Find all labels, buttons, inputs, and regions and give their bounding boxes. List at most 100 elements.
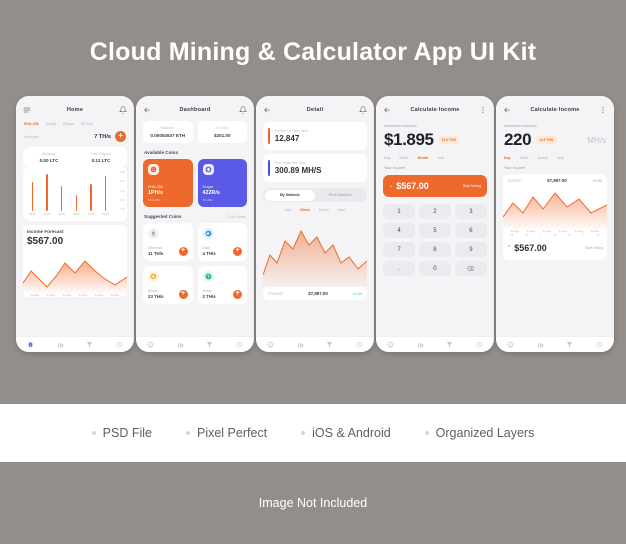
- bell-icon[interactable]: [119, 106, 127, 114]
- nav-home-icon[interactable]: [27, 341, 34, 348]
- weekday-6[interactable]: St: [591, 234, 605, 237]
- nav-home-icon[interactable]: [267, 341, 275, 348]
- nav-clock-icon[interactable]: [596, 341, 603, 348]
- toggle-pool-statistic[interactable]: Pool Statistic: [315, 190, 366, 201]
- calc2-pair-change: +12.35: [592, 178, 602, 183]
- detail-period-day[interactable]: Day: [285, 208, 291, 212]
- nav-clock-icon[interactable]: [476, 341, 483, 348]
- stat-label-1: Pool Hashrate Now: [274, 161, 306, 165]
- forecast-date-1: 11 Aug: [46, 294, 56, 297]
- nav-chart-icon[interactable]: [417, 341, 424, 348]
- calc2-period-year[interactable]: Year: [557, 156, 564, 160]
- start-mining-button[interactable]: Start Mining: [463, 184, 481, 188]
- suggested-coin-bitcoin[interactable]: Bitcoin 23 TH/s +: [143, 266, 193, 304]
- weekday-5[interactable]: F: [576, 234, 590, 237]
- weekday-4[interactable]: Th: [562, 234, 576, 237]
- nav-chart-icon[interactable]: [537, 341, 544, 348]
- available-coin-sha256[interactable]: SHA-256 1PH/s 521 USD: [143, 159, 193, 207]
- nav-funnel-icon[interactable]: [206, 341, 213, 348]
- sha-name: SHA-256: [148, 185, 163, 189]
- detail-pair-name: ETH/USDT: [268, 291, 284, 296]
- nav-clock-icon[interactable]: [116, 341, 123, 348]
- chevron-down-icon[interactable]: ⌄: [389, 183, 393, 189]
- weekday-3[interactable]: W: [548, 234, 562, 237]
- investment2-amount[interactable]: 220: [504, 130, 532, 150]
- bell-icon[interactable]: [359, 106, 367, 114]
- calc2-period-week[interactable]: Week: [520, 156, 529, 160]
- algorithm-tab-3[interactable]: BTCAS: [81, 122, 93, 126]
- detail-period-week[interactable]: Week: [300, 208, 309, 212]
- calc2-start-mining-button[interactable]: Start Mining: [585, 246, 603, 250]
- back-arrow-icon[interactable]: [143, 106, 151, 114]
- suggested-coin-tether[interactable]: Tether 2 TH/s +: [197, 266, 247, 304]
- stat-text-0: Income Of Past Year 12,847: [275, 129, 308, 143]
- calc-period-week[interactable]: Week: [399, 156, 408, 160]
- ethereum-add-button[interactable]: +: [178, 247, 188, 256]
- key-8[interactable]: 8: [418, 242, 451, 257]
- chevron-up-icon[interactable]: ⌃: [507, 245, 511, 251]
- calc-period-month[interactable]: Month: [418, 156, 429, 160]
- ethereum-text: Ethereum 11 TH/s: [148, 246, 163, 256]
- key-1[interactable]: 1: [383, 204, 415, 219]
- suggested-coin-ethereum[interactable]: Ethereum 11 TH/s +: [143, 223, 193, 261]
- detail-period-year[interactable]: Year: [338, 208, 345, 212]
- calc2-period-day[interactable]: Day: [504, 156, 511, 160]
- statistic-toggle: My Statistic Pool Statistic: [263, 188, 367, 202]
- back-arrow-icon[interactable]: [503, 106, 511, 114]
- key-decimal[interactable]: .: [383, 261, 415, 276]
- back-arrow-icon[interactable]: [263, 106, 271, 114]
- dash-add-button[interactable]: +: [233, 247, 242, 256]
- stat-text-1: Pool Hashrate Now 300.89 MH/S: [275, 161, 322, 175]
- add-hashrate-button[interactable]: +: [115, 131, 126, 142]
- algorithm-tab-2[interactable]: Ethash: [63, 122, 74, 126]
- nav-funnel-icon[interactable]: [446, 341, 453, 348]
- algorithm-tab-0[interactable]: SHA-256: [24, 122, 39, 126]
- key-3[interactable]: 3: [454, 204, 487, 219]
- nav-chart-icon[interactable]: [177, 341, 184, 348]
- calc2-income-left: ⌃ $567.00: [507, 243, 547, 253]
- calc2-period-month[interactable]: Month: [538, 156, 548, 160]
- bell-icon[interactable]: [239, 106, 247, 114]
- backspace-icon[interactable]: [454, 261, 487, 276]
- nav-funnel-icon[interactable]: [566, 341, 573, 348]
- balance-label-1: Last Payout: [91, 152, 111, 156]
- nav-home-icon[interactable]: [507, 341, 515, 348]
- key-5[interactable]: 5: [418, 223, 451, 238]
- algorithm-tab-1[interactable]: Scrypt: [46, 122, 56, 126]
- key-7[interactable]: 7: [383, 242, 415, 257]
- detail-period-month[interactable]: Month: [319, 208, 329, 212]
- key-6[interactable]: 6: [454, 223, 487, 238]
- key-9[interactable]: 9: [454, 242, 487, 257]
- back-arrow-icon[interactable]: [383, 106, 391, 114]
- suggested-coin-dash[interactable]: Dash 4 TH/s +: [197, 223, 247, 261]
- nav-chart-icon[interactable]: [57, 341, 64, 348]
- key-4[interactable]: 4: [383, 223, 415, 238]
- tether-add-button[interactable]: +: [233, 290, 242, 299]
- investment-amount[interactable]: $1.895: [384, 130, 434, 150]
- nav-funnel-icon[interactable]: [86, 341, 93, 348]
- nav-funnel-icon[interactable]: [326, 341, 333, 348]
- bullet-icon: [424, 431, 429, 435]
- nav-clock-icon[interactable]: [356, 341, 363, 348]
- toggle-my-statistic[interactable]: My Statistic: [264, 189, 315, 201]
- nav-home-icon[interactable]: [147, 341, 155, 348]
- calc-period-day[interactable]: Day: [384, 156, 390, 160]
- features-band: PSD File Pixel Perfect iOS & Android Org…: [0, 404, 626, 462]
- nav-chart-icon[interactable]: [297, 341, 304, 348]
- weekday-1[interactable]: M: [519, 234, 533, 237]
- menu-icon[interactable]: [23, 106, 31, 114]
- weekday-0[interactable]: S: [505, 234, 519, 237]
- investment-label: Investment Amount: [384, 124, 417, 128]
- income-result-bar[interactable]: ⌄ $567.00 Start Mining: [383, 175, 487, 197]
- nav-home-icon[interactable]: [387, 341, 395, 348]
- calc-period-year[interactable]: Year: [437, 156, 444, 160]
- weekday-2[interactable]: T: [534, 234, 548, 237]
- nav-clock-icon[interactable]: [236, 341, 243, 348]
- key-2[interactable]: 2: [418, 204, 451, 219]
- more-icon[interactable]: [599, 106, 607, 114]
- bitcoin-add-button[interactable]: +: [178, 290, 188, 299]
- available-coin-scrypt[interactable]: Scrypt 422R/s 78 USD: [197, 159, 247, 207]
- more-icon[interactable]: [479, 106, 487, 114]
- suggested-coins-period[interactable]: This Week: [227, 215, 246, 219]
- key-0[interactable]: 0: [418, 261, 451, 276]
